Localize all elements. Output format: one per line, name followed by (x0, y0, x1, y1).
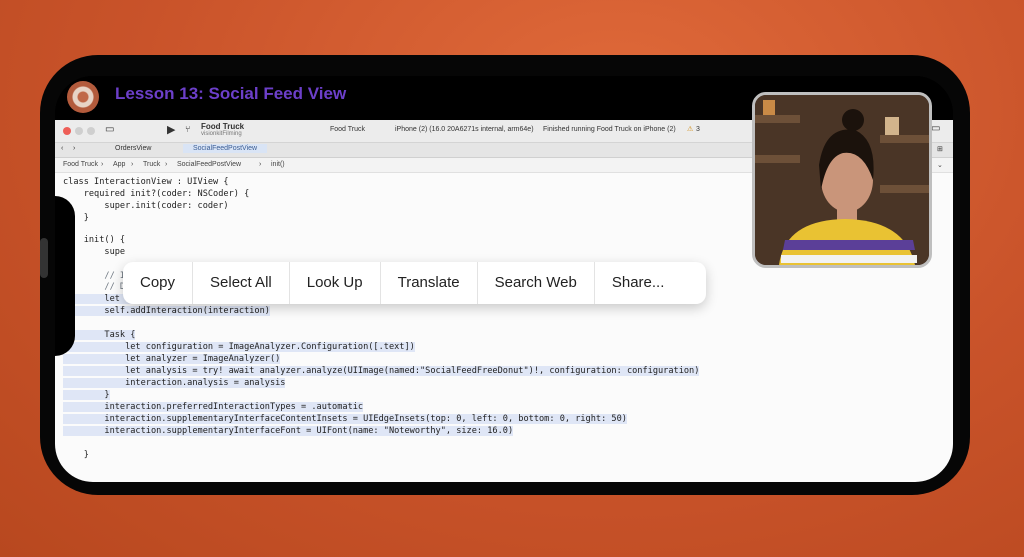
breadcrumb-item[interactable]: Truck (143, 161, 160, 168)
dynamic-island (55, 196, 75, 356)
minimize-window-icon[interactable] (75, 127, 83, 135)
breadcrumb-item[interactable]: init() (271, 161, 285, 168)
code-line: interaction.analysis = analysis (63, 378, 286, 388)
inspector-toggle-icon[interactable]: ▭ (931, 123, 940, 134)
code-line: required init?(coder: NSCoder) { (63, 189, 250, 199)
code-line: self.addInteraction(interaction) (63, 306, 270, 316)
lesson-title: Lesson 13: Social Feed View (115, 84, 347, 103)
branch-icon: ⑂ (185, 124, 191, 134)
project-subtitle: visionkitFilming (201, 131, 242, 137)
close-window-icon[interactable] (63, 127, 71, 135)
tab-social-feed-post-view[interactable]: SocialFeedPostView (183, 144, 268, 153)
code-line: } (63, 450, 89, 460)
chevron-right-icon: › (165, 161, 168, 168)
scheme-selector[interactable]: Food Truck (330, 126, 365, 133)
nav-back-icon[interactable]: ‹ (61, 145, 63, 152)
code-line: let analysis = try! await analyzer.analy… (63, 366, 700, 376)
menu-item-search-web[interactable]: Search Web (478, 262, 595, 304)
phone-side-button (40, 238, 48, 278)
menu-item-copy[interactable]: Copy (123, 262, 194, 304)
device-selector[interactable]: iPhone (2) (16.0 20A6271s internal, arm6… (395, 126, 534, 133)
code-line: let analyzer = ImageAnalyzer() (63, 354, 281, 364)
tab-orders-view[interactable]: OrdersView (115, 145, 151, 152)
menu-item-translate[interactable]: Translate (381, 262, 478, 304)
code-line: super.init(coder: coder) (63, 201, 229, 211)
breadcrumb-item[interactable]: SocialFeedPostView (177, 161, 241, 168)
add-editor-icon[interactable]: ⊞ (937, 145, 943, 153)
menu-item-select-all[interactable]: Select All (193, 262, 290, 304)
code-line: interaction.supplementaryInterfaceConten… (63, 414, 627, 424)
breadcrumb-item[interactable]: Food Truck (63, 161, 98, 168)
project-name: Food Truck (201, 122, 245, 131)
chevron-right-icon: › (101, 161, 104, 168)
breadcrumb-item[interactable]: App (113, 161, 125, 168)
code-line: let configuration = ImageAnalyzer.Config… (63, 342, 415, 352)
menu-item-look-up[interactable]: Look Up (290, 262, 381, 304)
chevron-right-icon: › (131, 161, 134, 168)
chevron-down-icon[interactable]: ⌄ (937, 161, 943, 169)
build-status: Finished running Food Truck on iPhone (2… (543, 126, 676, 133)
code-line: class InteractionView : UIView { (63, 177, 229, 187)
chevron-right-icon: › (259, 161, 262, 168)
sidebar-toggle-icon[interactable]: ▭ (105, 124, 114, 135)
code-line: interaction.preferredInteractionTypes = … (63, 402, 364, 412)
code-line: interaction.supplementaryInterfaceFont =… (63, 426, 514, 436)
warning-count: 3 (696, 126, 700, 133)
menu-item-share[interactable]: Share... (595, 262, 682, 304)
code-line: } (63, 390, 110, 400)
warning-icon[interactable]: ⚠ (687, 125, 693, 133)
donut-logo-icon (67, 81, 99, 113)
presenter-video (752, 92, 932, 268)
zoom-window-icon[interactable] (87, 127, 95, 135)
run-button-icon[interactable]: ▶ (167, 123, 175, 136)
context-menu: Copy Select All Look Up Translate Search… (123, 262, 706, 304)
presenter-image (755, 95, 929, 265)
nav-forward-icon[interactable]: › (73, 145, 75, 152)
